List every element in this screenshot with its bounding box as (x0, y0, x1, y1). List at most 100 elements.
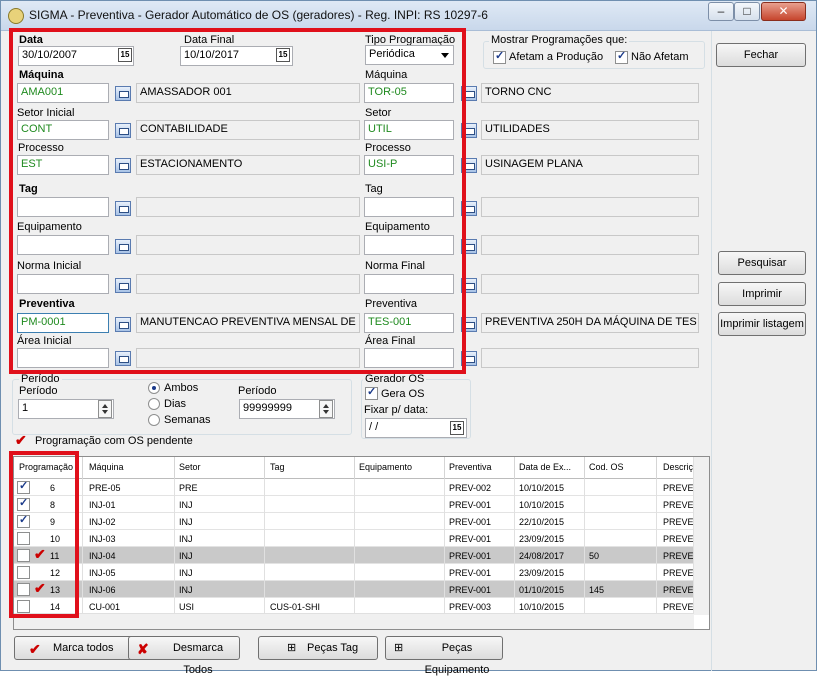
table-cell: 10/10/2015 (519, 602, 565, 612)
table-cell: 10/10/2015 (519, 483, 565, 493)
table-cell: PREV-001 (449, 568, 492, 578)
tag2-desc (481, 197, 699, 217)
mostrar-label: Mostrar Programações que: (489, 34, 630, 46)
gera-os-checkbox[interactable] (365, 385, 378, 400)
table-cell: CU-001 (89, 602, 121, 612)
dias-label: Dias (164, 398, 187, 410)
pecas-tag-label: Peças Tag (307, 642, 359, 654)
table-cell: PREVE (663, 585, 694, 595)
table-header: Programação Máquina Setor Tag Equipament… (14, 457, 709, 479)
preventiva2-desc: PREVENTIVA 250H DA MÁQUINA DE TES (481, 313, 699, 333)
table-row[interactable]: 8INJ-01INJPREV-00110/10/2015PREVE (14, 496, 694, 513)
afetam-producao-checkbox[interactable] (493, 49, 506, 64)
maquina2-desc: TORNO CNC (481, 83, 699, 103)
area-final-desc (481, 348, 699, 368)
table-cell: INJ (179, 534, 193, 544)
gera-os-label: Gera OS (381, 388, 425, 400)
horizontal-scrollbar[interactable] (14, 613, 694, 629)
title-bar: SIGMA - Preventiva - Gerador Automático … (1, 1, 816, 31)
desmarca-todos-button[interactable]: ✘ Desmarca Todos (128, 636, 240, 676)
tree-icon: ⊞ (394, 642, 404, 654)
periodo2-spinner[interactable] (319, 400, 333, 418)
pecas-equip-label: Peças Equipamento (424, 642, 490, 676)
table-cell: 10/10/2015 (519, 500, 565, 510)
table-cell: INJ-03 (89, 534, 116, 544)
setor2-desc: UTILIDADES (481, 120, 699, 140)
table-row[interactable]: 12 INJ-05 INJ PREV-001 23/09/2015 PREVE (14, 564, 694, 581)
table-cell: PREVE (663, 534, 694, 544)
table-row[interactable]: ✔ 11 INJ-04 INJ PREV-001 24/08/2017 50 PREVE (14, 546, 694, 564)
main-window: SIGMA - Preventiva - Gerador Automático … (0, 0, 817, 676)
table-cell: 22/10/2015 (519, 517, 565, 527)
table-cell: PRE (179, 483, 198, 493)
gerador-group-label: Gerador OS (363, 373, 427, 385)
col-header[interactable]: Cod. OS (589, 462, 653, 472)
table-cell: PREVE (663, 500, 694, 510)
col-header[interactable]: Máquina (89, 462, 174, 472)
pecas-tag-button[interactable]: ⊞ Peças Tag (258, 636, 378, 660)
table-cell: PREVE (663, 568, 694, 578)
desmarca-todos-label: Desmarca Todos (172, 642, 224, 676)
norma-final-desc (481, 274, 699, 294)
col-header[interactable]: Tag (270, 462, 355, 472)
table-cell: PREV-003 (449, 602, 492, 612)
maximize-button[interactable]: □ (734, 2, 760, 21)
col-header[interactable]: Setor (179, 462, 264, 472)
table-cell: 145 (589, 585, 605, 595)
table-row[interactable]: 6PRE-05PREPREV-00210/10/2015PREVE (14, 479, 694, 496)
programacoes-table: Programação Máquina Setor Tag Equipament… (13, 456, 710, 630)
table-row[interactable]: 9INJ-02INJPREV-00122/10/2015PREVE (14, 513, 694, 530)
semanas-radio[interactable] (148, 414, 160, 426)
col-header[interactable]: Equipamento (359, 462, 444, 472)
periodo-label: Período (19, 385, 58, 397)
calendar-icon[interactable]: 15 (450, 421, 464, 435)
table-cell: PREV-002 (449, 483, 492, 493)
table-cell: INJ (179, 585, 193, 595)
ambos-radio[interactable] (148, 382, 160, 394)
table-cell: USI (179, 602, 195, 612)
pecas-equipamento-button[interactable]: ⊞ Peças Equipamento (385, 636, 503, 676)
equip2-desc (481, 235, 699, 255)
table-cell: PREVE (663, 551, 694, 561)
tree-icon: ⊞ (287, 642, 297, 654)
afetam-producao-label: Afetam a Produção (509, 51, 604, 63)
processo2-desc: USINAGEM PLANA (481, 155, 699, 175)
table-cell: 01/10/2015 (519, 585, 565, 595)
pesquisar-button[interactable]: Pesquisar (718, 251, 806, 275)
table-cell: INJ-01 (89, 500, 116, 510)
nao-afetam-checkbox[interactable] (615, 49, 628, 64)
table-cell: PRE-05 (89, 483, 121, 493)
table-cell: PREVE (663, 483, 694, 493)
marca-todos-button[interactable]: ✔ Marca todos (14, 636, 135, 660)
dias-radio[interactable] (148, 398, 160, 410)
fixar-label: Fixar p/ data: (364, 404, 429, 416)
col-header[interactable]: Descriç (663, 462, 695, 472)
highlight-filter-box (9, 28, 466, 374)
table-cell: PREV-001 (449, 517, 492, 527)
nao-afetam-label: Não Afetam (631, 51, 689, 63)
col-header[interactable]: Data de Ex... (519, 462, 583, 472)
window-title: SIGMA - Preventiva - Gerador Automático … (29, 8, 488, 22)
col-header[interactable]: Preventiva (449, 462, 513, 472)
semanas-label: Semanas (164, 414, 211, 426)
table-cell: 50 (589, 551, 600, 561)
fechar-button[interactable]: Fechar (716, 43, 806, 67)
table-cell: INJ-02 (89, 517, 116, 527)
table-cell: PREV-001 (449, 500, 492, 510)
imprimir-listagem-button[interactable]: Imprimir listagem (718, 312, 806, 336)
table-cell: 23/09/2015 (519, 568, 565, 578)
table-row[interactable]: ✔ 13 INJ-06 INJ PREV-001 01/10/2015 145 PREVE (14, 580, 694, 598)
vertical-scrollbar[interactable] (693, 457, 709, 615)
checkmark-icon: ✔ (29, 641, 41, 657)
uncheck-icon: ✘ (137, 641, 149, 657)
close-button[interactable]: ✕ (761, 2, 806, 21)
periodo-spinner[interactable] (98, 400, 112, 418)
minimize-button[interactable]: – (708, 2, 734, 21)
imprimir-button[interactable]: Imprimir (718, 282, 806, 306)
table-cell: INJ-05 (89, 568, 116, 578)
ambos-label: Ambos (164, 382, 199, 394)
highlight-selection-box (9, 451, 79, 618)
table-row[interactable]: 10 INJ-03 INJ PREV-001 23/09/2015 PREVE (14, 530, 694, 547)
table-cell: INJ-04 (89, 551, 116, 561)
table-cell: INJ (179, 517, 193, 527)
